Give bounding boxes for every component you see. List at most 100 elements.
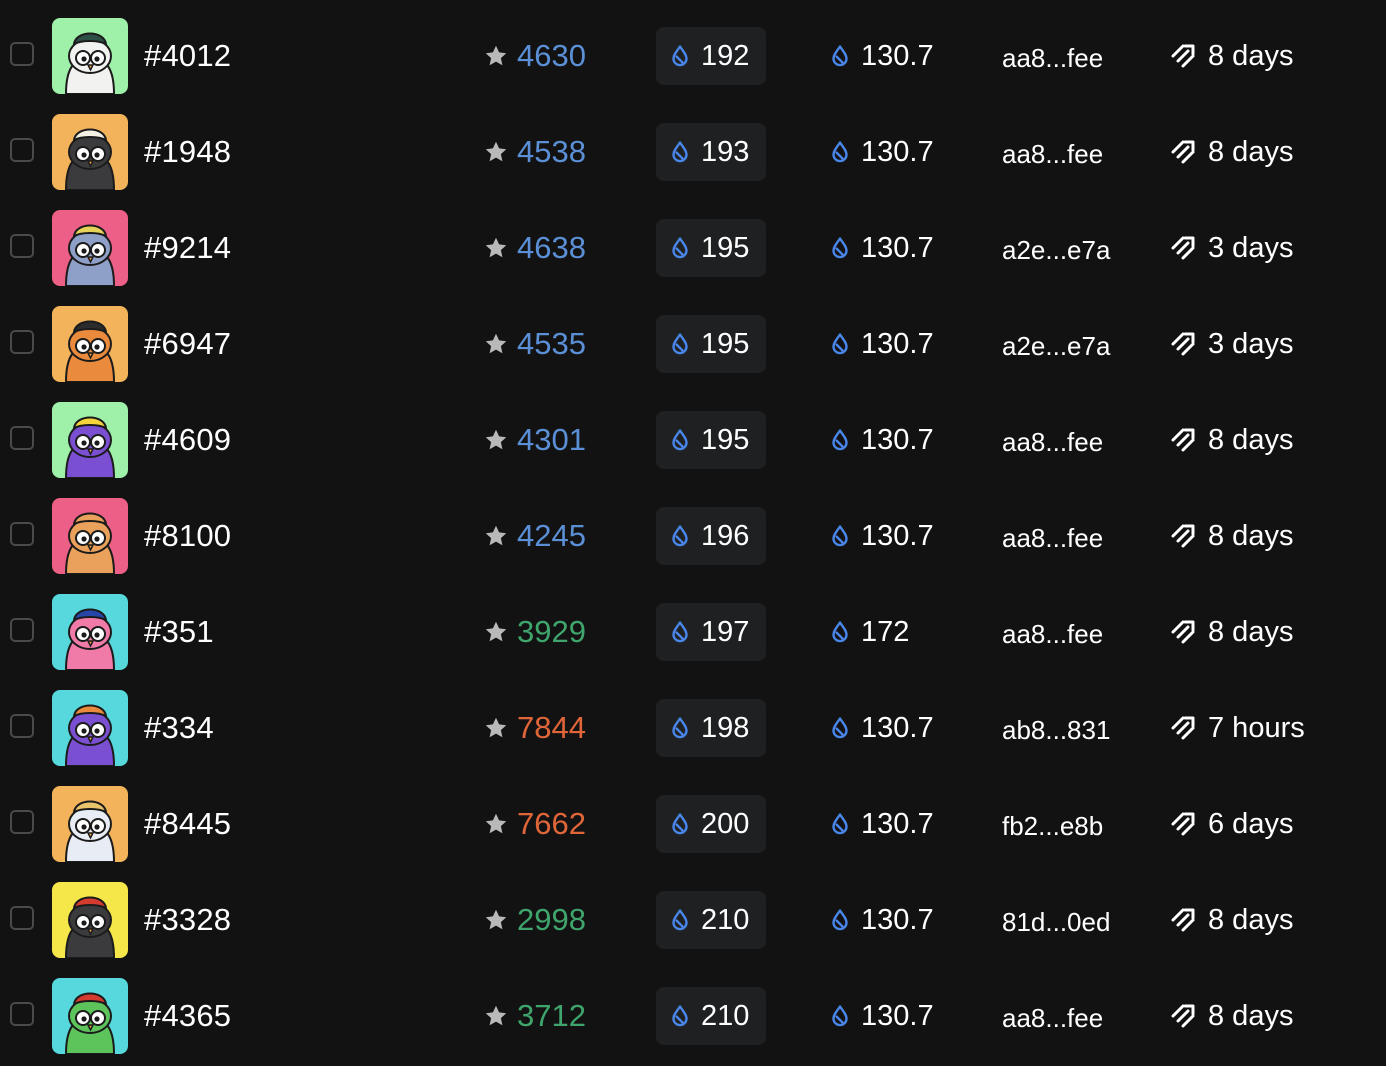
nft-avatar[interactable] xyxy=(52,594,128,670)
row-select-checkbox[interactable] xyxy=(10,330,34,354)
rarity-rank-value: 7662 xyxy=(517,806,586,841)
water-drop-icon xyxy=(832,813,848,835)
table-row[interactable]: #8445 7662 200 130.7 fb2...e8b 6 days xyxy=(0,772,1386,868)
owner-address[interactable]: 81d...0ed xyxy=(1002,906,1110,938)
nft-avatar[interactable] xyxy=(52,402,128,478)
token-id[interactable]: #4012 xyxy=(144,38,231,74)
water-drop-icon xyxy=(672,909,688,931)
owner-address[interactable]: fb2...e8b xyxy=(1002,810,1103,842)
water-drop-icon xyxy=(832,909,848,931)
owner-address[interactable]: a2e...e7a xyxy=(1002,234,1110,266)
row-select-checkbox[interactable] xyxy=(10,522,34,546)
listed-time-value: 8 days xyxy=(1208,616,1294,648)
owner-address[interactable]: aa8...fee xyxy=(1002,618,1103,650)
rarity-rank: 7844 xyxy=(484,710,586,746)
owner-address[interactable]: aa8...fee xyxy=(1002,42,1103,74)
star-icon xyxy=(485,621,507,642)
star-icon xyxy=(485,429,507,450)
lightning-stripes-icon xyxy=(1171,1004,1195,1028)
token-id[interactable]: #4365 xyxy=(144,998,231,1034)
buy-price-button[interactable]: 200 xyxy=(656,795,767,853)
token-id[interactable]: #8445 xyxy=(144,806,231,842)
water-drop-icon xyxy=(832,1005,848,1027)
buy-price-button[interactable]: 193 xyxy=(656,123,767,181)
lightning-stripes-icon xyxy=(1171,44,1195,68)
rarity-rank-value: 4301 xyxy=(517,422,586,457)
owl-avatar-image xyxy=(52,594,128,670)
buy-price-button[interactable]: 192 xyxy=(656,27,767,85)
buy-price-button[interactable]: 195 xyxy=(656,219,767,277)
token-id[interactable]: #3328 xyxy=(144,902,231,938)
owner-address[interactable]: aa8...fee xyxy=(1002,522,1103,554)
lightning-stripes-icon xyxy=(1171,716,1195,740)
nft-avatar[interactable] xyxy=(52,210,128,286)
rarity-rank-value: 7844 xyxy=(517,710,586,745)
token-id[interactable]: #9214 xyxy=(144,230,231,266)
buy-price-button[interactable]: 198 xyxy=(656,699,767,757)
water-drop-icon xyxy=(832,141,848,163)
lightning-stripes-icon xyxy=(1171,428,1195,452)
table-row[interactable]: #9214 4638 195 130.7 a2e...e7a 3 days xyxy=(0,196,1386,292)
table-row[interactable]: #4365 3712 210 130.7 aa8...fee 8 days xyxy=(0,964,1386,1060)
nft-avatar[interactable] xyxy=(52,690,128,766)
owl-avatar-image xyxy=(52,978,128,1054)
listed-time: 8 days xyxy=(1170,422,1293,458)
price-value: 198 xyxy=(701,712,750,744)
token-id[interactable]: #6947 xyxy=(144,326,231,362)
lightning-stripes-icon xyxy=(1171,620,1195,644)
token-id[interactable]: #334 xyxy=(144,710,214,746)
listed-time: 8 days xyxy=(1170,902,1293,938)
table-row[interactable]: #1948 4538 193 130.7 aa8...fee 8 days xyxy=(0,100,1386,196)
row-select-checkbox[interactable] xyxy=(10,234,34,258)
owner-address[interactable]: ab8...831 xyxy=(1002,714,1110,746)
buy-price-button[interactable]: 196 xyxy=(656,507,767,565)
star-icon xyxy=(485,45,507,66)
table-row[interactable]: #351 3929 197 172 aa8...fee 8 days xyxy=(0,580,1386,676)
row-select-checkbox[interactable] xyxy=(10,42,34,66)
nft-avatar[interactable] xyxy=(52,978,128,1054)
row-select-checkbox[interactable] xyxy=(10,1002,34,1026)
token-id[interactable]: #351 xyxy=(144,614,214,650)
row-select-checkbox[interactable] xyxy=(10,426,34,450)
nft-avatar[interactable] xyxy=(52,306,128,382)
last-sale-value: 130.7 xyxy=(861,136,934,168)
row-select-checkbox[interactable] xyxy=(10,810,34,834)
buy-price-button[interactable]: 195 xyxy=(656,411,767,469)
listed-time-value: 6 days xyxy=(1208,808,1294,840)
water-drop-icon xyxy=(832,525,848,547)
token-id[interactable]: #1948 xyxy=(144,134,231,170)
nft-avatar[interactable] xyxy=(52,18,128,94)
row-select-checkbox[interactable] xyxy=(10,618,34,642)
buy-price-button[interactable]: 197 xyxy=(656,603,767,661)
listed-time-value: 3 days xyxy=(1208,328,1294,360)
token-id[interactable]: #4609 xyxy=(144,422,231,458)
nft-avatar[interactable] xyxy=(52,786,128,862)
table-row[interactable]: #4609 4301 195 130.7 aa8...fee 8 days xyxy=(0,388,1386,484)
owner-address[interactable]: aa8...fee xyxy=(1002,138,1103,170)
row-select-checkbox[interactable] xyxy=(10,138,34,162)
water-drop-icon xyxy=(672,429,688,451)
table-row[interactable]: #6947 4535 195 130.7 a2e...e7a 3 days xyxy=(0,292,1386,388)
owner-address[interactable]: a2e...e7a xyxy=(1002,330,1110,362)
table-row[interactable]: #334 7844 198 130.7 ab8...831 7 hours xyxy=(0,676,1386,772)
owner-address[interactable]: aa8...fee xyxy=(1002,1002,1103,1034)
buy-price-button[interactable]: 195 xyxy=(656,315,767,373)
last-sale-value: 130.7 xyxy=(861,712,934,744)
row-select-checkbox[interactable] xyxy=(10,906,34,930)
last-sale: 130.7 xyxy=(828,806,934,842)
table-row[interactable]: #3328 2998 210 130.7 81d...0ed 8 days xyxy=(0,868,1386,964)
nft-avatar[interactable] xyxy=(52,114,128,190)
owner-address[interactable]: aa8...fee xyxy=(1002,426,1103,458)
last-sale: 130.7 xyxy=(828,422,934,458)
table-row[interactable]: #8100 4245 196 130.7 aa8...fee 8 days xyxy=(0,484,1386,580)
nft-avatar[interactable] xyxy=(52,498,128,574)
rarity-rank: 2998 xyxy=(484,902,586,938)
buy-price-button[interactable]: 210 xyxy=(656,891,767,949)
owl-avatar-image xyxy=(52,18,128,94)
buy-price-button[interactable]: 210 xyxy=(656,987,767,1045)
nft-avatar[interactable] xyxy=(52,882,128,958)
token-id[interactable]: #8100 xyxy=(144,518,231,554)
table-row[interactable]: #4012 4630 192 130.7 aa8...fee 8 days xyxy=(0,4,1386,100)
row-select-checkbox[interactable] xyxy=(10,714,34,738)
rarity-rank-value: 3712 xyxy=(517,998,586,1033)
